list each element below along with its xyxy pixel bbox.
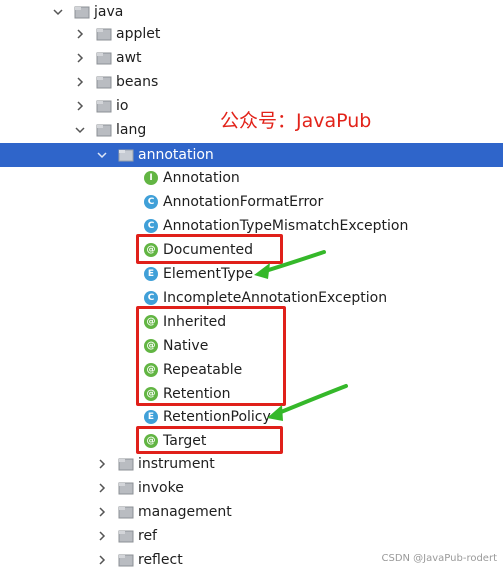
green-arrowhead-retentionpolicy bbox=[267, 405, 283, 421]
watermark-text: 公众号：JavaPub bbox=[220, 110, 372, 132]
credit-text: CSDN @JavaPub-rodert bbox=[381, 553, 497, 564]
green-arrow-retentionpolicy bbox=[274, 384, 348, 416]
green-arrow-elementtype bbox=[260, 250, 326, 274]
green-arrowhead-elementtype bbox=[254, 263, 270, 279]
green-arrow-overlay bbox=[254, 250, 348, 421]
